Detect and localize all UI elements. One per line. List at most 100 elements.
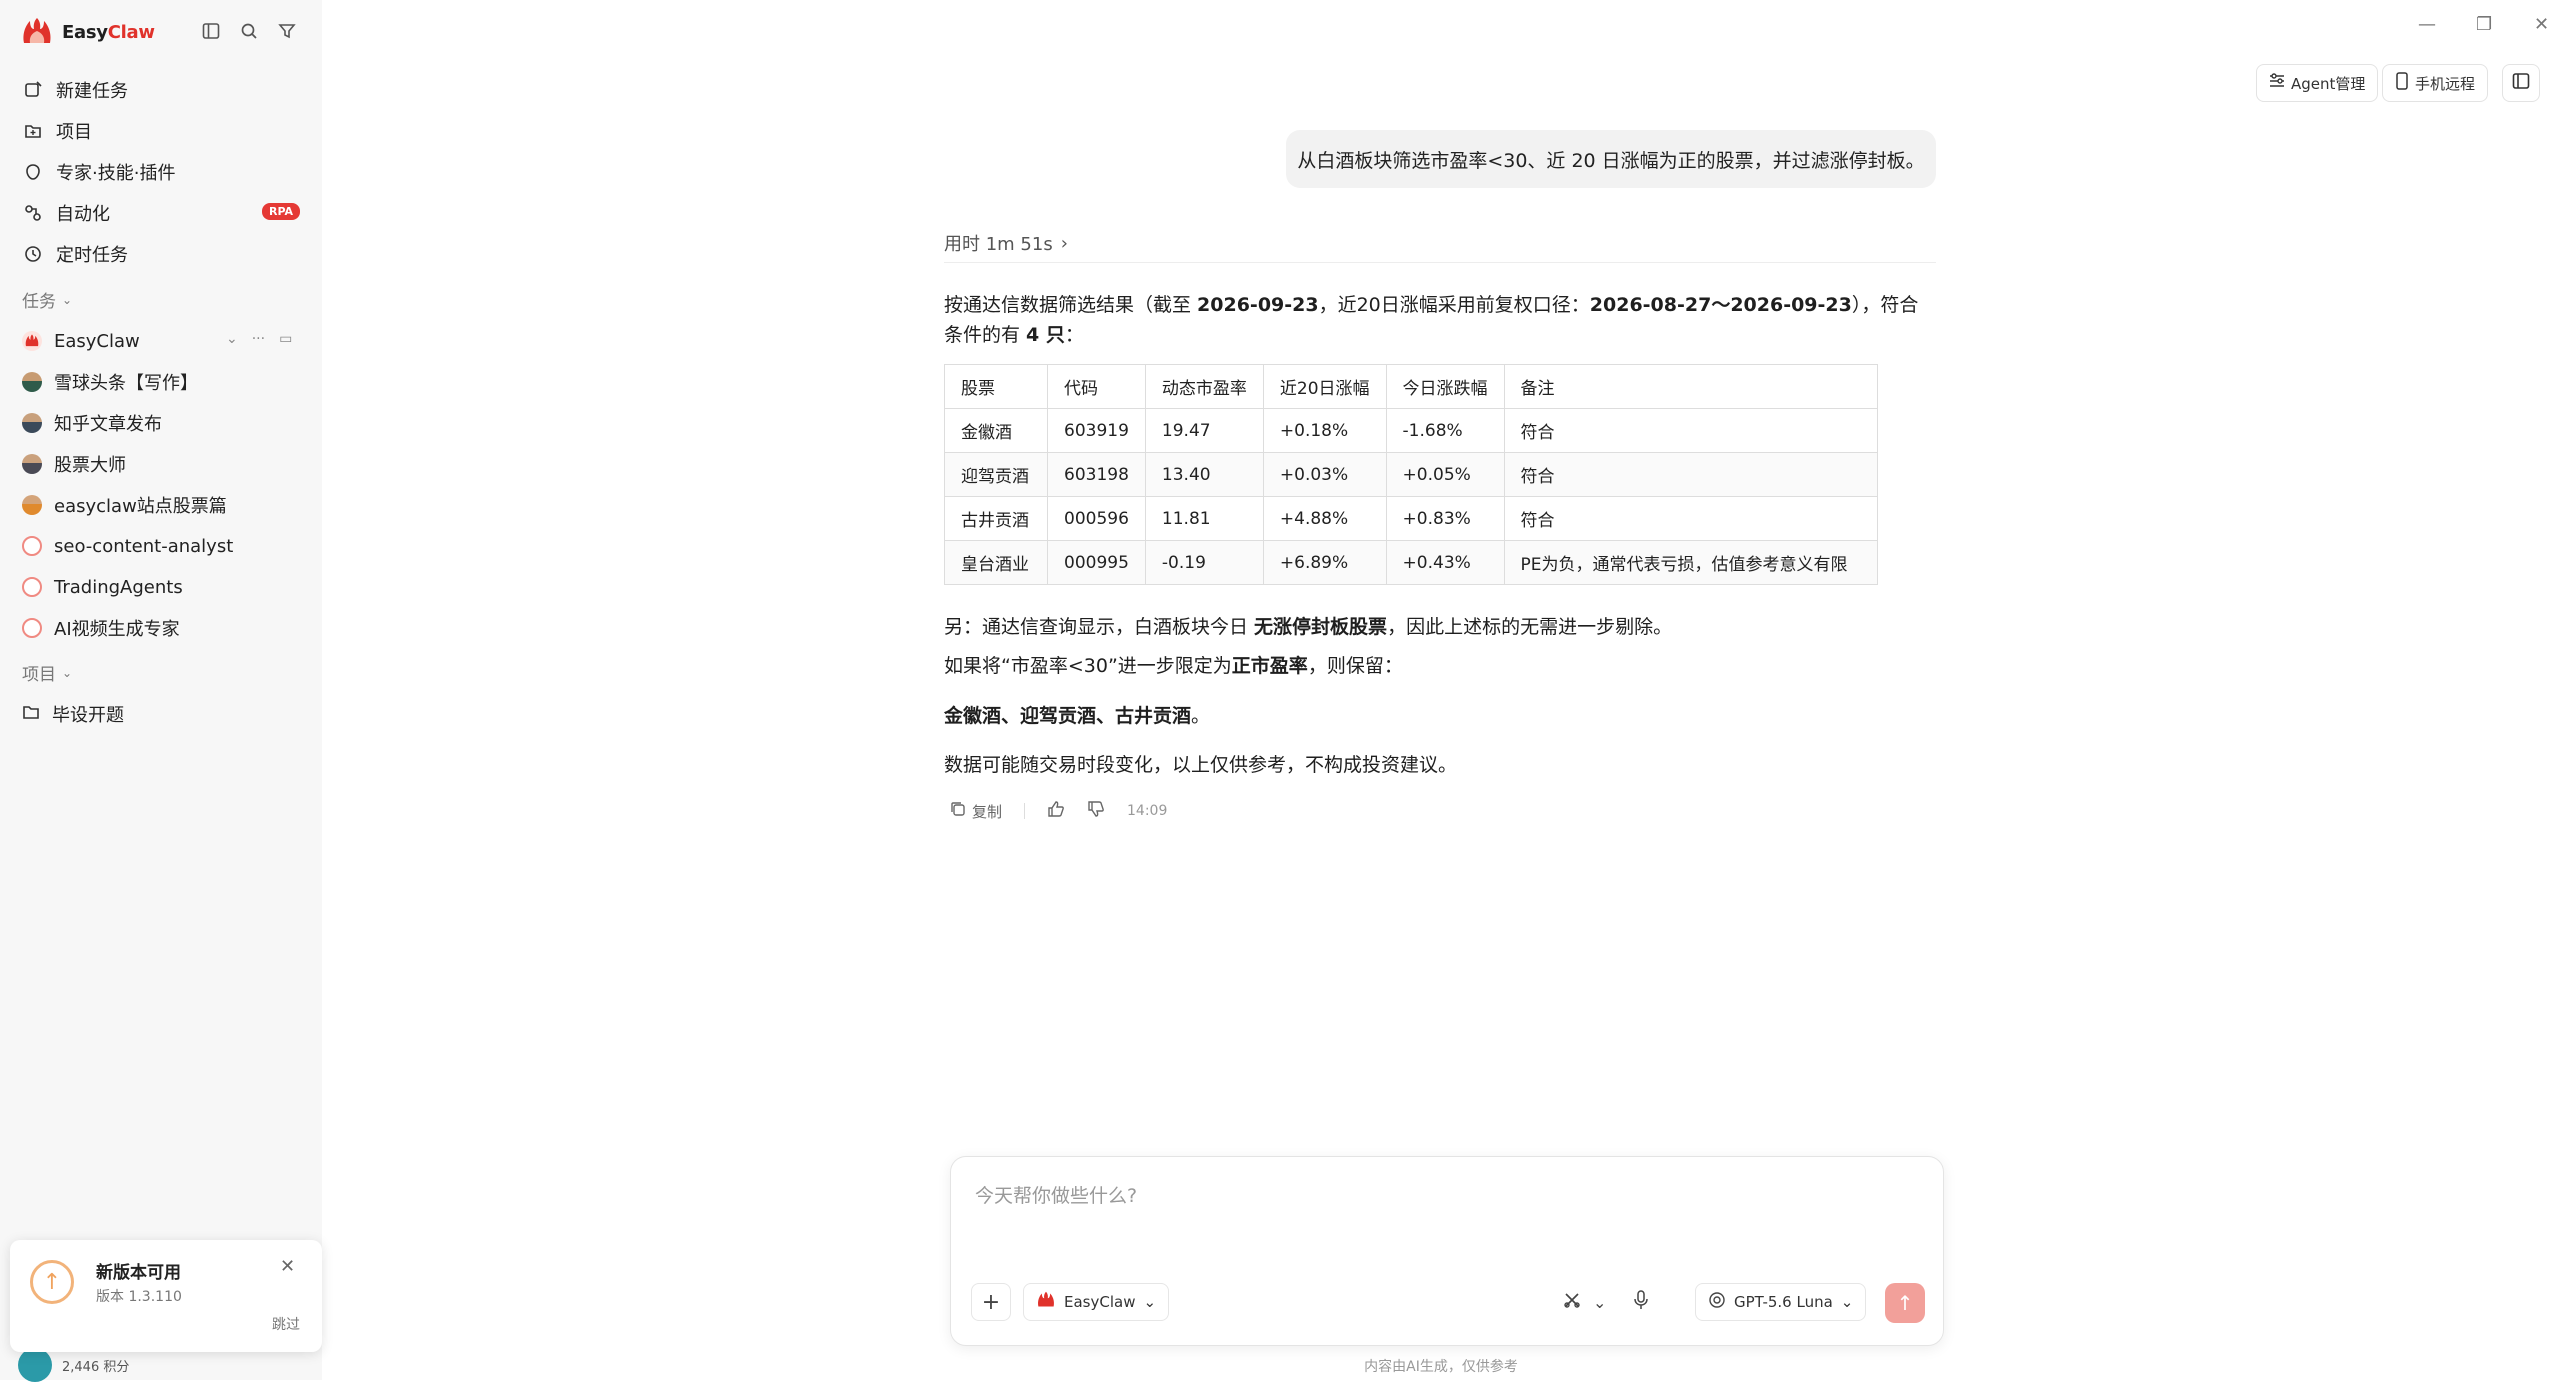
table-cell: 古井贡酒 (944, 496, 1048, 541)
skill-icon (22, 618, 42, 638)
table-cell: 符合 (1503, 408, 1878, 453)
copy-button[interactable]: 复制 (950, 801, 1002, 822)
text: 如果将“市盈率<30”进一步限定为 (944, 655, 1232, 677)
skip-button[interactable]: 跳过 (272, 1314, 300, 1334)
table-cell: +0.03% (1262, 452, 1387, 497)
nav-label: 项目 (56, 122, 92, 143)
clock-icon (22, 243, 44, 265)
task-label: easyclaw站点股票篇 (54, 496, 227, 517)
agent-selector[interactable]: EasyClaw ⌄ (1023, 1283, 1170, 1321)
update-version: 版本 1.3.110 (96, 1289, 182, 1305)
message-time: 14:09 (1127, 803, 1168, 819)
text: ： (1064, 324, 1084, 346)
new-chat-icon[interactable]: ▭ (279, 331, 292, 347)
panel-toggle-button[interactable] (2502, 64, 2540, 102)
task-item[interactable]: easyclaw站点股票篇 (22, 490, 227, 520)
task-label: 知乎文章发布 (54, 414, 162, 435)
task-item[interactable]: 雪球头条【写作】 (22, 367, 198, 397)
table-cell: PE为负，通常代表亏损，估值参考意义有限 (1503, 540, 1878, 585)
project-item[interactable]: 毕设开题 (22, 699, 124, 729)
plugin-icon (22, 161, 44, 183)
send-button[interactable]: ↑ (1885, 1283, 1925, 1323)
sidebar-toolbar (200, 20, 298, 42)
chevron-down-icon[interactable]: ⌄ (226, 331, 238, 347)
chevron-down-icon: ⌄ (62, 292, 73, 307)
table-cell: 13.40 (1144, 452, 1264, 497)
user-message-text: 从白酒板块筛选市盈率<30、近 20 日涨幅为正的股票，并过滤涨停封板。 (1297, 149, 1925, 172)
answer-paragraph: 金徽酒、迎驾贡酒、古井贡酒。 (944, 701, 1210, 728)
elapsed-toggle[interactable]: 用时 1m 51s › (944, 230, 1068, 256)
chevron-down-icon: ⌄ (1840, 1293, 1854, 1311)
close-window-icon[interactable]: ✕ (2534, 14, 2549, 35)
answer-paragraph: 另：通达信查询显示，白酒板块今日 无涨停封板股票，因此上述标的无需进一步剔除。 (944, 612, 1672, 639)
table-cell: +0.83% (1385, 496, 1505, 541)
folder-icon (22, 120, 44, 142)
nav-projects[interactable]: 项目 (22, 116, 92, 146)
table-cell: 19.47 (1144, 408, 1264, 453)
agent-avatar-icon (22, 495, 42, 515)
table-cell: 金徽酒 (944, 408, 1048, 453)
task-item[interactable]: TradingAgents (22, 572, 183, 602)
task-item[interactable]: AI视频生成专家 (22, 613, 180, 643)
mobile-remote-button[interactable]: 手机远程 (2382, 64, 2489, 102)
task-label: 股票大师 (54, 455, 126, 476)
nav-plugins[interactable]: 专家·技能·插件 (22, 157, 175, 187)
chat-input[interactable] (973, 1175, 1917, 1217)
more-icon[interactable]: ··· (252, 331, 265, 347)
table-cell: 000596 (1047, 496, 1146, 541)
table-cell: +4.88% (1262, 496, 1387, 541)
column-header: 股票 (944, 364, 1048, 409)
nav-automation[interactable]: 自动化 (22, 198, 110, 228)
restore-icon[interactable]: ❐ (2476, 14, 2492, 35)
brand[interactable]: EasyClaw (20, 16, 155, 48)
thumbs-down-icon[interactable] (1087, 800, 1105, 822)
text: ，因此上述标的无需进一步剔除。 (1387, 616, 1673, 638)
table-row: 古井贡酒 000596 11.81 +4.88% +0.83% 符合 (944, 496, 1878, 541)
minimize-icon[interactable]: — (2418, 14, 2436, 35)
phone-icon (2395, 72, 2409, 94)
model-icon (1708, 1291, 1726, 1313)
table-cell: -0.19 (1144, 540, 1264, 585)
section-tasks[interactable]: 任务 ⌄ (22, 287, 72, 312)
add-attachment-button[interactable]: + (971, 1283, 1011, 1321)
task-item[interactable]: 股票大师 (22, 449, 126, 479)
agent-management-button[interactable]: Agent管理 (2256, 64, 2379, 102)
table-cell: 603198 (1047, 452, 1146, 497)
button-label: Agent管理 (2291, 74, 2366, 93)
task-item[interactable]: 知乎文章发布 (22, 408, 162, 438)
task-item[interactable]: seo-content-analyst (22, 531, 233, 561)
answer-disclaimer: 数据可能随交易时段变化，以上仅供参考，不构成投资建议。 (944, 750, 1457, 777)
nav-scheduled[interactable]: 定时任务 (22, 239, 128, 269)
column-header: 今日涨跌幅 (1385, 364, 1505, 409)
chevron-down-icon: ⌄ (1143, 1293, 1157, 1311)
divider (944, 262, 1936, 263)
section-label: 项目 (22, 665, 56, 685)
sidebar-toggle-icon[interactable] (200, 20, 222, 42)
agent-avatar-icon (22, 372, 42, 392)
text: 数据可能随交易时段变化，以上仅供参考，不构成投资建议。 (944, 754, 1458, 776)
answer-paragraph: 如果将“市盈率<30”进一步限定为正市盈率，则保留： (944, 651, 1403, 678)
answer-intro: 按通达信数据筛选结果（截至 2026-09-23，近20日涨幅采用前复权口径：2… (944, 290, 1936, 350)
column-header: 动态市盈率 (1144, 364, 1264, 409)
tools-icon[interactable] (1563, 1291, 1581, 1313)
voice-button[interactable] (1621, 1283, 1661, 1321)
task-item[interactable]: EasyClaw (22, 326, 140, 356)
nav-new-task[interactable]: 新建任务 (22, 75, 128, 105)
arrow-up-icon: ↑ (30, 1260, 74, 1304)
brand-name-a: Easy (62, 21, 108, 43)
filter-icon[interactable] (276, 20, 298, 42)
text: 按通达信数据筛选结果（截至 (944, 294, 1198, 316)
search-icon[interactable] (238, 20, 260, 42)
task-actions: ⌄ ··· ▭ (226, 331, 292, 347)
new-task-icon (22, 79, 44, 101)
button-label: 手机远程 (2415, 74, 2476, 93)
update-title: 新版本可用 (96, 1263, 181, 1283)
nav-label: 定时任务 (56, 245, 128, 266)
agent-label: EasyClaw (1064, 1293, 1136, 1311)
section-projects[interactable]: 项目 ⌄ (22, 660, 72, 685)
thumbs-up-icon[interactable] (1047, 800, 1065, 822)
model-selector[interactable]: GPT-5.6 Luna ⌄ (1695, 1283, 1867, 1321)
close-icon[interactable]: ✕ (280, 1256, 295, 1277)
table-cell: 603919 (1047, 408, 1146, 453)
chevron-down-icon[interactable]: ⌄ (1593, 1293, 1606, 1312)
